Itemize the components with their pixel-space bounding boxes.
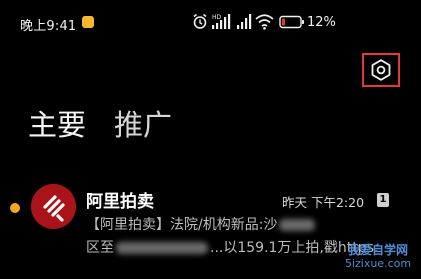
notification-body-line-1: 【阿里拍卖】法院/机构新品:沙 [86,214,316,234]
wifi-icon [255,14,274,30]
alarm-icon [193,13,207,29]
battery-percent: 12% [307,15,336,30]
notification-count-badge: 1 [377,193,389,207]
hd-signal-icon: HD [212,14,231,29]
signal-icon [237,14,252,29]
status-time: 晚上9:41 [20,19,77,34]
auction-gavel-icon [31,184,76,229]
notification-timestamp: 昨天 下午2:20 [282,195,365,210]
notification-status-icon [82,16,94,28]
svg-text:HD: HD [212,14,222,21]
tab-main[interactable]: 主要 [28,105,86,145]
settings-hexagon-icon [371,59,391,81]
notification-app-name: 阿里拍卖 [86,192,154,212]
watermark: 我爱自学网 5izixue.com [344,243,412,270]
redacted-text [116,242,208,254]
status-bar: 晚上9:41 HD 12% [0,0,421,46]
battery-icon [279,15,304,29]
redacted-text [279,219,316,231]
notification-body-line-2: 区至 ...以159.1万上拍,戳https: [86,240,379,256]
tab-promotion[interactable]: 推广 [114,105,172,145]
settings-button[interactable] [362,53,400,87]
unread-dot [10,203,20,213]
alibaba-auction-app-icon [31,184,76,229]
